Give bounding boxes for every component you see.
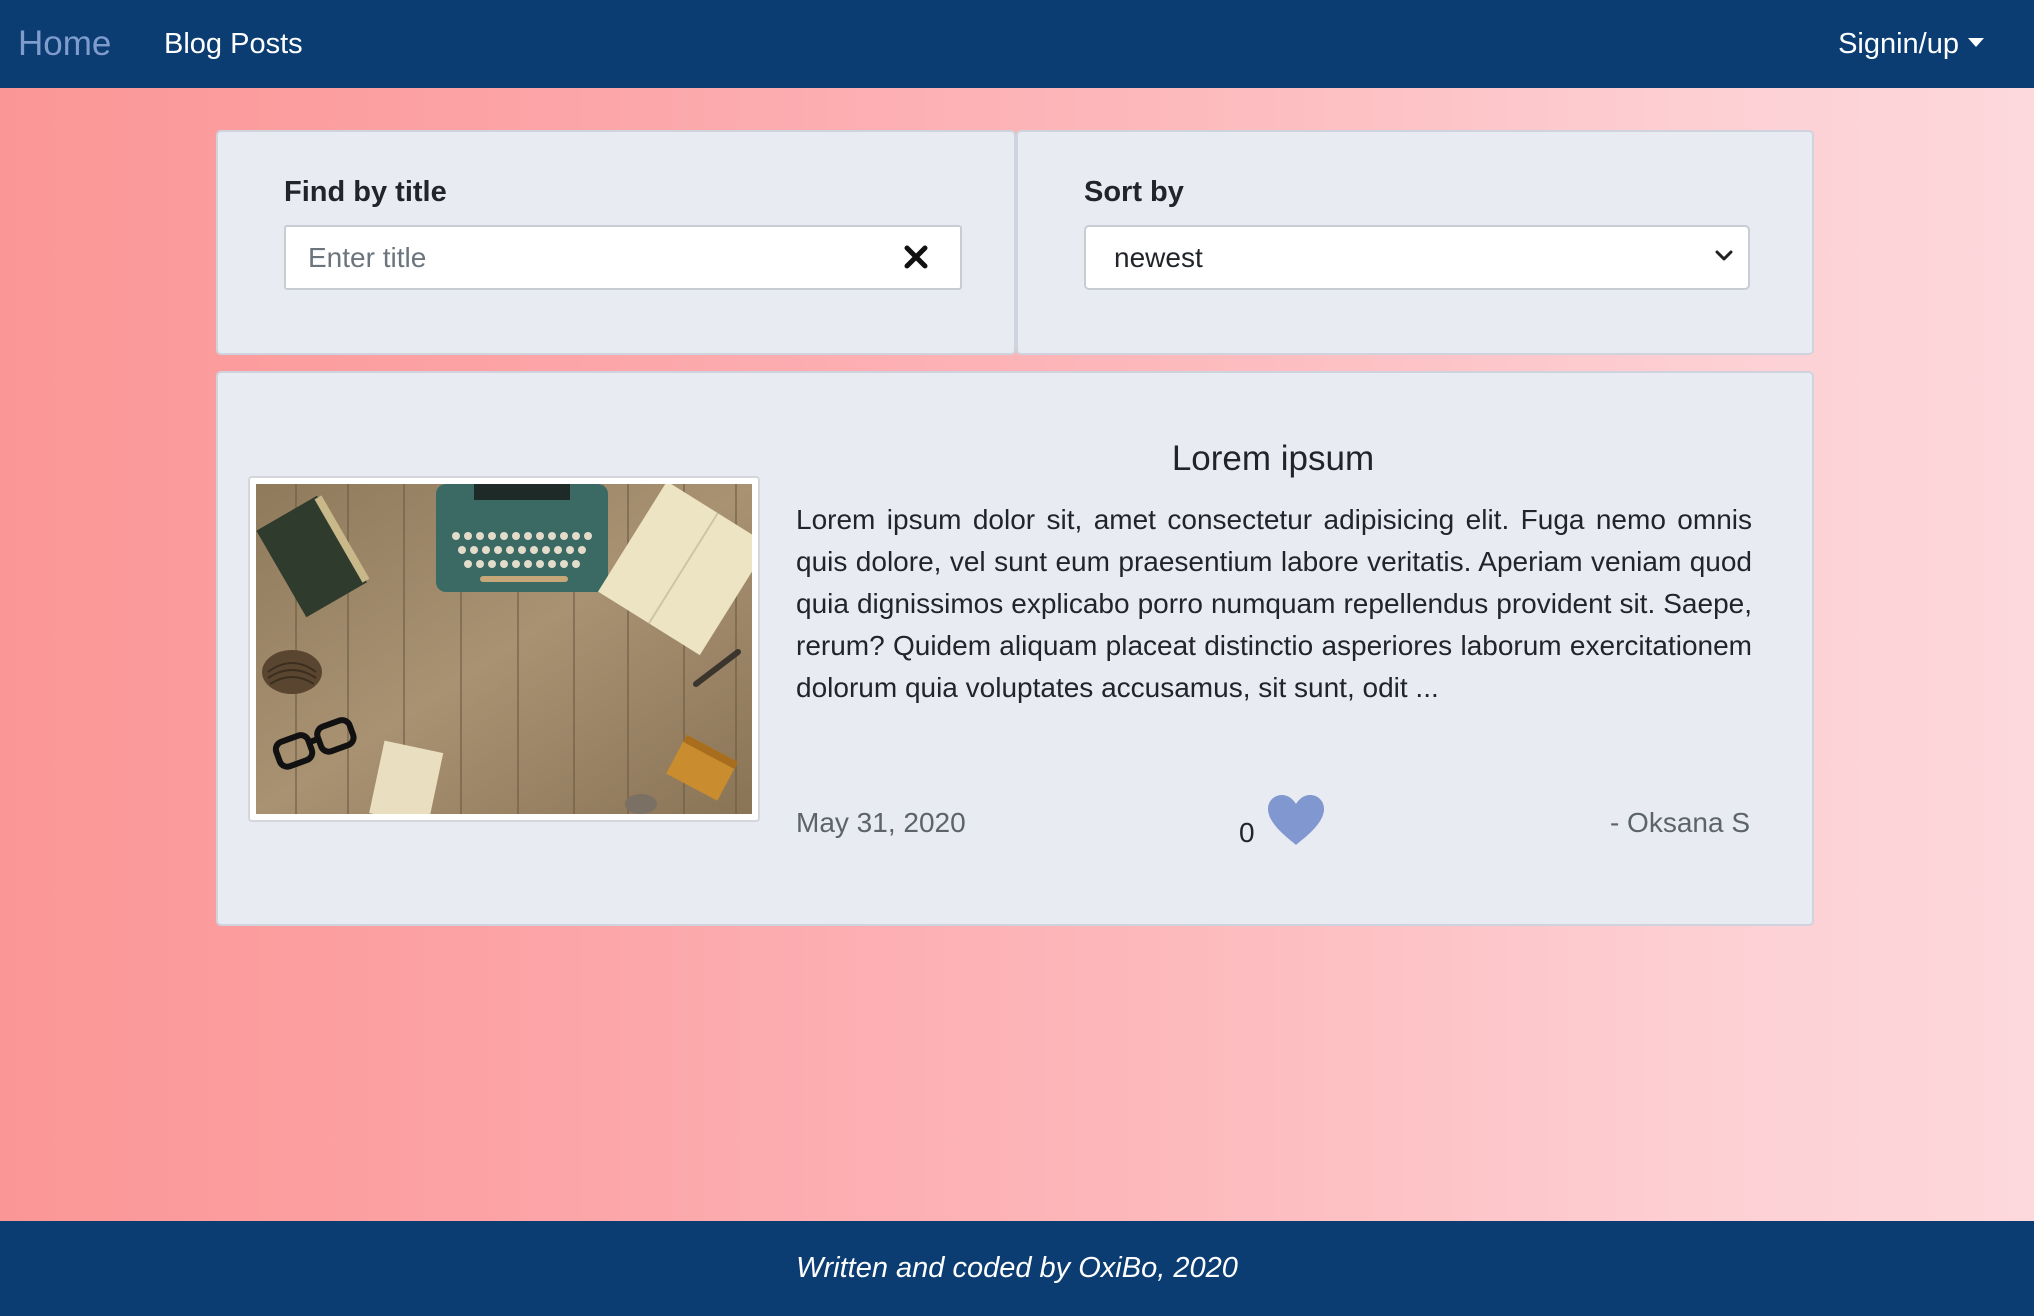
caret-down-icon bbox=[1968, 37, 1984, 47]
footer: Written and coded by OxiBo, 2020 bbox=[0, 1221, 2034, 1316]
find-by-title-label: Find by title bbox=[284, 176, 447, 208]
post-author: - Oksana S bbox=[1609, 807, 1750, 838]
footer-credit: Written and coded by OxiBo, 2020 bbox=[796, 1252, 1238, 1284]
typewriter-desk-image bbox=[256, 484, 752, 814]
post-date: May 31, 2020 bbox=[796, 807, 966, 838]
title-search-input[interactable] bbox=[286, 227, 888, 288]
close-icon[interactable] bbox=[902, 243, 930, 271]
chevron-down-icon bbox=[1715, 250, 1733, 261]
post-excerpt: Lorem ipsum dolor sit, amet consectetur … bbox=[796, 504, 1752, 703]
post-title[interactable]: Lorem ipsum bbox=[794, 435, 1752, 483]
nav-blog-posts-link[interactable]: Blog Posts bbox=[164, 24, 303, 64]
sort-selected-value: newest bbox=[1114, 242, 1203, 273]
title-search-field bbox=[284, 225, 962, 290]
signin-dropdown[interactable]: Signin/up bbox=[1838, 24, 1984, 64]
sort-by-label: Sort by bbox=[1084, 176, 1184, 208]
heart-icon[interactable] bbox=[1266, 793, 1326, 847]
sort-by-card: Sort by newest bbox=[1016, 130, 1814, 355]
navbar: Home Blog Posts Signin/up bbox=[0, 0, 2034, 88]
signin-label: Signin/up bbox=[1838, 28, 1959, 60]
nav-home-link[interactable]: Home bbox=[18, 22, 111, 66]
blog-post-card[interactable]: Lorem ipsum Lorem ipsum dolor sit, amet … bbox=[216, 371, 1814, 926]
sort-select[interactable]: newest bbox=[1084, 225, 1750, 290]
post-thumbnail[interactable] bbox=[248, 476, 760, 822]
find-by-title-card: Find by title bbox=[216, 130, 1016, 355]
like-count: 0 bbox=[1239, 817, 1255, 848]
